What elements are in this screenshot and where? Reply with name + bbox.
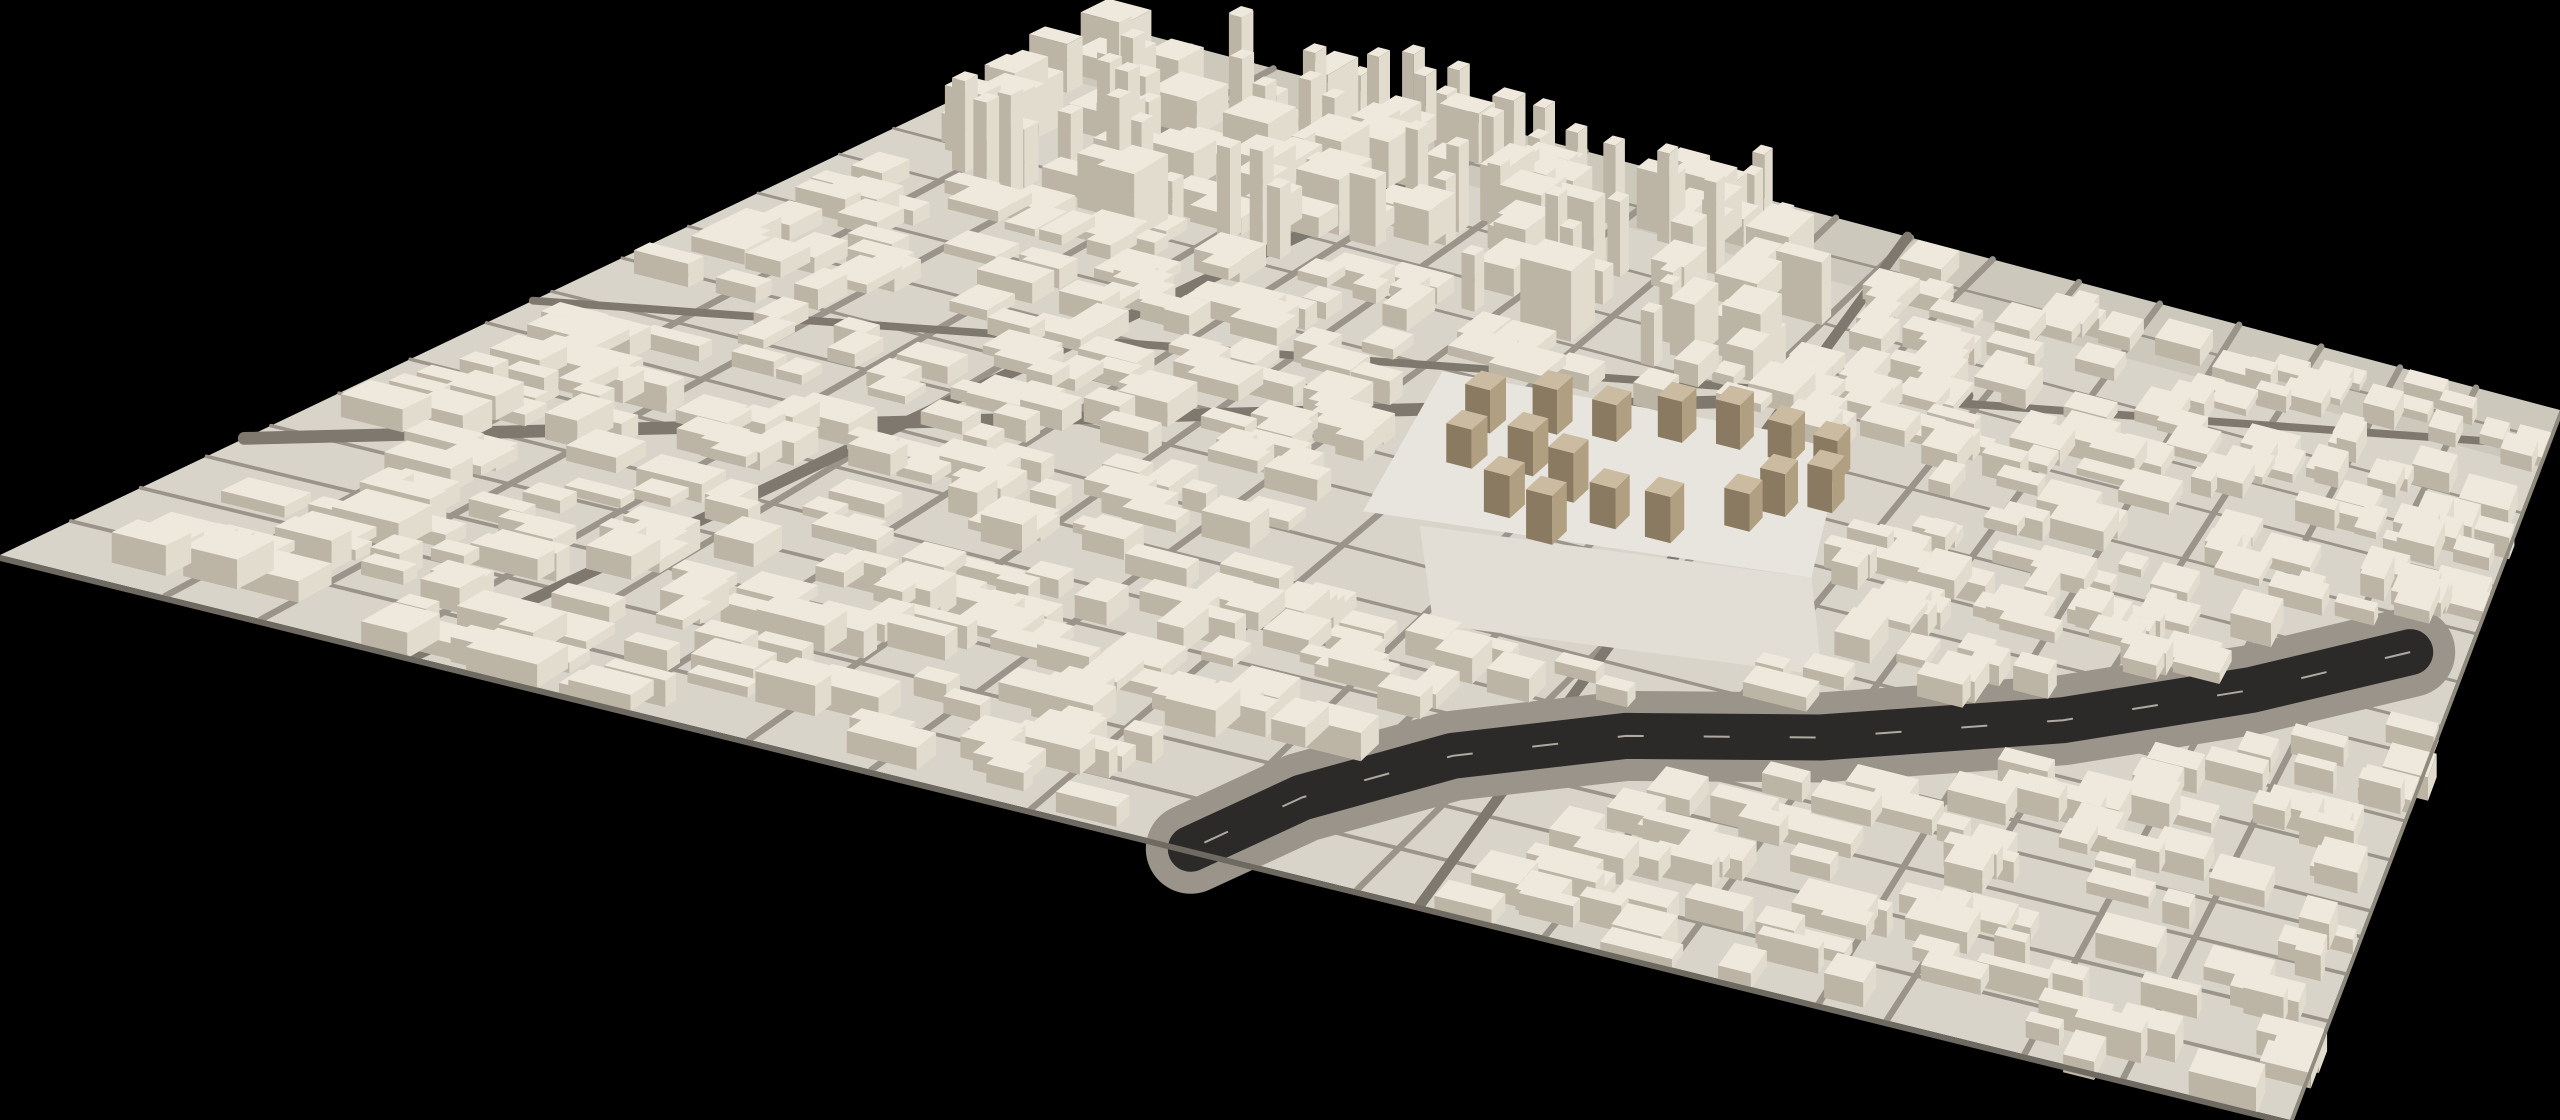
building-face-side [1067,36,1083,93]
highlighted-tower [1446,409,1488,469]
building-face-side [1654,305,1663,367]
building [1776,241,1832,326]
building-face-front [1249,148,1263,246]
highlighted-tower [1716,385,1754,450]
building [2294,938,2325,982]
building-face-front [1461,252,1475,312]
building-face-side [1010,88,1024,200]
building-face-front [1216,144,1230,240]
highlighted-tower [1644,476,1685,544]
building [1831,547,1868,591]
building-face-side [1280,181,1291,260]
tower [1266,177,1291,260]
highlighted-tower [1657,381,1697,443]
building-face-front [1657,395,1682,443]
tower [1640,302,1663,367]
highlighted-tower [1592,385,1632,442]
building [1944,842,1995,895]
building-face-front [1526,489,1553,545]
building-face-front [1644,490,1671,544]
building-face-side [1474,248,1485,312]
building-face-side [1821,253,1832,326]
building-face-front [1776,250,1822,326]
building-face-front [1483,469,1510,519]
highlighted-tower [1589,468,1630,530]
building [1349,165,1386,247]
building-face-front [1589,481,1616,530]
building-face-side [1375,172,1386,247]
building-face-side [1024,121,1039,188]
building-face-side [1458,139,1469,233]
building-face-front [1592,399,1617,442]
tower [1461,244,1485,312]
building-face-front [952,77,966,173]
highlighted-tower [1760,453,1798,517]
building-face-front [1640,309,1654,367]
building [2162,888,2196,930]
highlighted-tower [1483,455,1525,519]
building-face-side [1620,194,1629,278]
building-face-front [1724,487,1750,532]
highlighted-tower [1724,473,1763,532]
building-face-front [1807,463,1833,514]
building-face-front [1760,467,1786,517]
building-face-side [1230,141,1241,240]
building-face-front [1446,423,1472,469]
building-face-front [1349,172,1376,247]
building [2191,466,2218,499]
city-model-image [0,0,2560,1120]
building-face-front [1657,150,1670,244]
tower [1703,172,1725,275]
building-face-front [1266,184,1280,260]
building-face-front [1716,399,1741,450]
tower [1216,137,1241,240]
tower [997,85,1024,200]
highlighted-tower [1526,475,1567,545]
building-face-side [1716,175,1725,275]
highlighted-tower [1807,449,1845,514]
